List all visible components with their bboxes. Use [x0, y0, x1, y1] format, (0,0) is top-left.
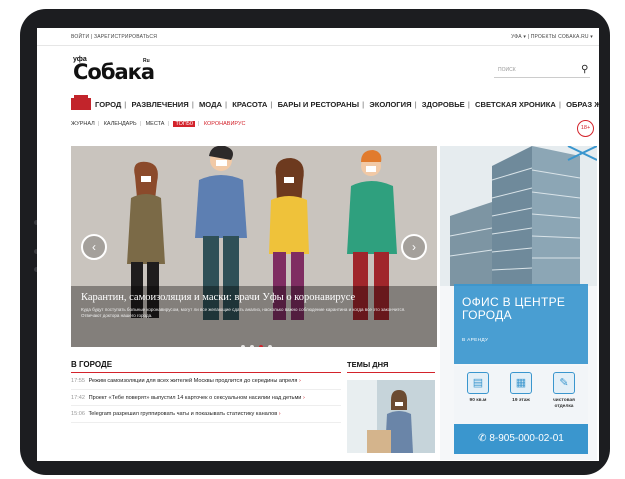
news-arrow-icon: ›	[278, 411, 281, 417]
search-icon[interactable]: ⚲	[581, 64, 588, 75]
logo-suffix: Ru	[143, 58, 150, 64]
top-bar: ВОЙТИ | ЗАРЕГИСТРИРОВАТЬСЯ УФА ▾ | ПРОЕК…	[37, 28, 599, 46]
city-projects-links[interactable]: УФА ▾ | ПРОЕКТЫ СОБАКА.RU ▾	[511, 34, 593, 40]
ad-phone-number: 8-905-000-02-01	[489, 433, 564, 444]
browser-screen: ВОЙТИ | ЗАРЕГИСТРИРОВАТЬСЯ УФА ▾ | ПРОЕК…	[37, 28, 599, 461]
nav-item-entertainment[interactable]: РАЗВЛЕЧЕНИЯ	[132, 100, 189, 109]
ad-subtitle: В АРЕНДУ	[462, 338, 489, 343]
nav-item-lifestyle[interactable]: ОБРАЗ ЖИЗНИ	[566, 100, 599, 109]
ad-feature-label: чистовая отделка	[553, 398, 575, 409]
nav-item-ecology[interactable]: ЭКОЛОГИЯ	[369, 100, 411, 109]
nav-item-beauty[interactable]: КРАСОТА	[232, 100, 267, 109]
sub-nav: ЖУРНАЛ | КАЛЕНДАРЬ | МЕСТА | ТОП50 | КОРОНАВ…	[71, 121, 246, 127]
hero-description: Куда будут поступать больные коронавирус…	[81, 307, 406, 318]
login-links[interactable]: ВОЙТИ | ЗАРЕГИСТРИРОВАТЬСЯ	[71, 34, 157, 40]
main-nav: ГОРОД | РАЗВЛЕЧЕНИЯ | МОДА | КРАСОТА | БАРЫ …	[71, 95, 599, 114]
news-item[interactable]: 15:06 Telegram разрешил группировать чат…	[71, 411, 341, 423]
news-item[interactable]: 17:55 Режим самоизоляции для всех жителе…	[71, 378, 341, 390]
nav-item-society[interactable]: СВЕТСКАЯ ХРОНИКА	[475, 100, 556, 109]
slider-dot[interactable]	[241, 345, 245, 347]
news-time: 17:55	[71, 378, 85, 384]
news-time: 17:42	[71, 394, 85, 401]
hero-slider[interactable]: ‹ › Карантин, самоизоляция и маски: врач…	[71, 146, 437, 347]
city-news: В ГОРОДЕ 17:55 Режим самоизоляции для вс…	[71, 360, 341, 460]
ad-feature-label: 19 этаж	[512, 398, 530, 403]
slider-dot[interactable]	[268, 345, 272, 347]
subnav-top-tag[interactable]: ТОП50	[173, 121, 195, 127]
ad-banner[interactable]: ОФИС В ЦЕНТРЕ ГОРОДА В АРЕНДУ ▤ 90 кв.м …	[440, 146, 597, 460]
age-badge: 18+	[577, 120, 594, 137]
news-time: 15:06	[71, 411, 85, 417]
area-icon: ▤	[467, 372, 489, 394]
search-field[interactable]: ПОИСК ⚲	[494, 64, 590, 78]
ad-feature: ▤ 90 кв.м	[458, 372, 498, 404]
news-item[interactable]: 17:42 Проект «Тебе поверят» выпустил 14 …	[71, 394, 341, 406]
site-logo[interactable]: уфа Собака Ru	[73, 56, 155, 86]
ad-title-panel: ОФИС В ЦЕНТРЕ ГОРОДА В АРЕНДУ	[454, 284, 588, 364]
themes-heading[interactable]: ТЕМЫ ДНЯ	[347, 360, 435, 373]
news-title[interactable]: Режим самоизоляции для всех жителей Моск…	[89, 378, 298, 384]
ad-features: ▤ 90 кв.м ▦ 19 этаж ✎ чистовая отделка	[454, 366, 588, 424]
news-arrow-icon: ›	[298, 378, 301, 384]
news-title[interactable]: Telegram разрешил группировать чаты и по…	[88, 411, 277, 417]
subnav-coronavirus[interactable]: КОРОНАВИРУС	[204, 121, 246, 127]
ad-title: ОФИС В ЦЕНТРЕ ГОРОДА	[462, 295, 566, 322]
hero-caption[interactable]: Карантин, самоизоляция и маски: врачи Уф…	[81, 292, 355, 303]
ad-feature: ▦ 19 этаж	[501, 372, 541, 404]
slider-next-button[interactable]: ›	[401, 234, 427, 260]
themes-of-day: ТЕМЫ ДНЯ	[347, 360, 435, 460]
news-title[interactable]: Проект «Тебе поверят» выпустил 14 карточ…	[89, 395, 302, 401]
subnav-places[interactable]: МЕСТА	[146, 121, 165, 127]
nav-item-health[interactable]: ЗДОРОВЬЕ	[422, 100, 465, 109]
slider-dot-active[interactable]	[259, 345, 263, 347]
nav-item-bars[interactable]: БАРЫ И РЕСТОРАНЫ	[278, 100, 359, 109]
theme-photo	[347, 380, 435, 453]
ad-feature: ✎ чистовая отделка	[544, 372, 584, 409]
nav-item-city[interactable]: ГОРОД	[95, 100, 121, 109]
logo-name: Собака	[73, 60, 155, 84]
ad-phone[interactable]: ✆ 8-905-000-02-01	[454, 424, 588, 454]
floor-icon: ▦	[510, 372, 532, 394]
subnav-journal[interactable]: ЖУРНАЛ	[71, 121, 95, 127]
search-placeholder: ПОИСК	[498, 67, 516, 73]
slider-dots	[241, 336, 281, 347]
finish-icon: ✎	[553, 372, 575, 394]
ad-feature-label: 90 кв.м	[469, 398, 487, 403]
slider-dot[interactable]	[250, 345, 254, 347]
phone-icon: ✆	[478, 433, 490, 444]
news-arrow-icon: ›	[303, 394, 305, 401]
slider-prev-button[interactable]: ‹	[81, 234, 107, 260]
theme-image[interactable]	[347, 380, 435, 453]
nav-item-fashion[interactable]: МОДА	[199, 100, 222, 109]
subnav-calendar[interactable]: КАЛЕНДАРЬ	[104, 121, 137, 127]
news-heading[interactable]: В ГОРОДЕ	[71, 360, 341, 373]
home-icon[interactable]	[71, 95, 91, 110]
